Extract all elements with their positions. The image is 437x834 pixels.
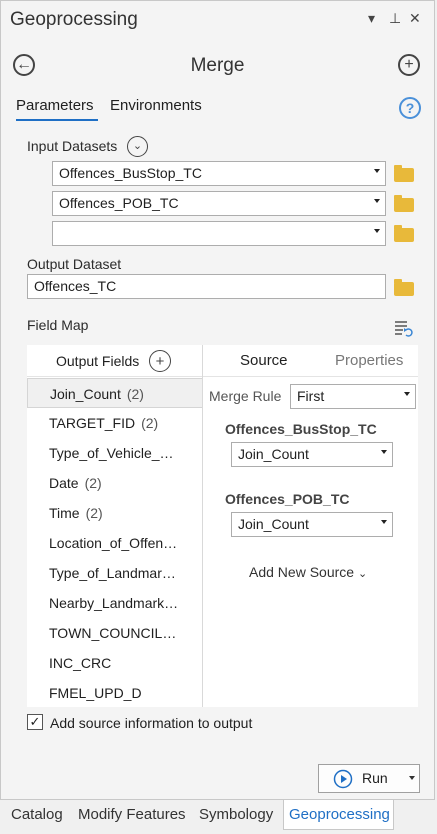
add-source-info-label: Add source information to output — [50, 715, 253, 731]
add-tool-button[interactable]: + — [398, 54, 420, 76]
field-name: INC_CRC — [49, 655, 112, 671]
field-map-reset-icon[interactable] — [393, 319, 413, 339]
field-count: (2) — [84, 475, 102, 491]
field-name: Date — [49, 475, 79, 491]
tool-title: Merge — [190, 55, 245, 76]
plus-icon: + — [155, 352, 165, 370]
add-new-source-button[interactable]: Add New Source ⌄ — [249, 564, 367, 580]
dropdown-arrow-icon — [374, 169, 380, 173]
field-map-divider — [202, 345, 203, 707]
field-name: Location_of_Offence... — [49, 535, 190, 551]
output-field-item[interactable]: FMEL_UPD_D — [27, 678, 203, 708]
input-dataset-2-select[interactable]: Offences_POB_TC — [52, 191, 386, 216]
output-field-item[interactable]: Time (2) — [27, 498, 203, 528]
field-name: Join_Count — [50, 386, 121, 402]
merge-rule-label: Merge Rule — [209, 388, 282, 404]
help-icon[interactable]: ? — [399, 97, 421, 119]
field-count: (2) — [126, 386, 144, 402]
dropdown-arrow-icon — [374, 229, 380, 233]
tab-parameters[interactable]: Parameters — [16, 97, 94, 114]
field-name: Type_of_Landmarks... — [49, 565, 188, 581]
field-count: (2) — [85, 505, 103, 521]
input-datasets-label: Input Datasets — [27, 138, 118, 154]
input-dataset-1-select[interactable]: Offences_BusStop_TC — [52, 161, 386, 186]
output-field-item[interactable]: Date (2) — [27, 468, 203, 498]
field-name: Nearby_Landmarks — [49, 595, 172, 611]
output-dataset-value: Offences_TC — [34, 278, 117, 294]
output-field-item[interactable]: Type_of_Vehicle_Devi... — [27, 438, 203, 468]
dropdown-arrow-icon — [381, 520, 387, 524]
run-button[interactable]: Run — [318, 764, 420, 793]
field-name: TARGET_FID — [49, 415, 136, 431]
output-fields-header: Output Fields — [56, 353, 140, 369]
dropdown-arrow-icon — [404, 392, 410, 396]
output-field-item[interactable]: INC_CRC — [27, 648, 203, 678]
pin-icon[interactable]: ⊥ — [389, 10, 401, 27]
merge-rule-select[interactable]: First — [290, 384, 416, 409]
tab-catalog[interactable]: Catalog — [11, 806, 63, 823]
field-name: FMEL_UPD_D — [49, 685, 142, 701]
output-field-item[interactable]: Nearby_Landmarks (2) — [27, 588, 203, 618]
output-field-item[interactable]: Join_Count (2) — [27, 378, 203, 408]
source-name: Offences_BusStop_TC — [225, 421, 377, 437]
pane-title: Geoprocessing — [10, 9, 138, 30]
tab-properties[interactable]: Properties — [335, 352, 403, 369]
output-field-item[interactable]: Type_of_Landmarks... — [27, 558, 203, 588]
tab-symbology[interactable]: Symbology — [199, 806, 273, 823]
field-map-label: Field Map — [27, 317, 89, 333]
tab-geoprocessing[interactable]: Geoprocessing — [289, 806, 390, 823]
source-field-select[interactable]: Join_Count — [231, 442, 393, 467]
output-dataset-input[interactable]: Offences_TC — [27, 274, 386, 299]
run-label: Run — [362, 770, 388, 786]
tab-modify-features[interactable]: Modify Features — [78, 806, 186, 823]
add-output-field-button[interactable]: + — [149, 350, 171, 372]
chevron-down-icon: ⌄ — [357, 568, 368, 580]
source-name: Offences_POB_TC — [225, 491, 350, 507]
field-count: (2) — [141, 415, 159, 431]
field-count: (2) — [177, 595, 195, 611]
add-new-source-label: Add New Source — [249, 564, 355, 580]
pane-menu-icon[interactable]: ▾ — [368, 10, 375, 27]
field-name: Time — [49, 505, 80, 521]
dropdown-arrow-icon — [381, 450, 387, 454]
merge-rule-value: First — [297, 388, 325, 404]
expand-input-datasets-button[interactable]: ⌄ — [127, 136, 148, 157]
tab-environments[interactable]: Environments — [110, 97, 202, 114]
output-field-item[interactable]: TARGET_FID (2) — [27, 408, 203, 438]
dropdown-arrow-icon[interactable] — [409, 776, 415, 780]
output-field-item[interactable]: TOWN_COUNCIL (2) — [27, 618, 203, 648]
input-dataset-2-value: Offences_POB_TC — [59, 195, 179, 211]
input-dataset-3-select[interactable] — [52, 221, 386, 246]
chevron-down-icon: ⌄ — [132, 140, 143, 152]
tab-source[interactable]: Source — [240, 352, 288, 369]
divider — [27, 376, 203, 377]
field-name: TOWN_COUNCIL — [49, 625, 163, 641]
folder-icon[interactable] — [394, 225, 414, 242]
folder-icon[interactable] — [394, 279, 414, 296]
close-icon[interactable]: ✕ — [409, 10, 421, 27]
dropdown-arrow-icon — [374, 199, 380, 203]
source-field-select[interactable]: Join_Count — [231, 512, 393, 537]
folder-icon[interactable] — [394, 165, 414, 182]
folder-icon[interactable] — [394, 195, 414, 212]
source-field-value: Join_Count — [238, 516, 309, 532]
plus-icon: + — [404, 56, 414, 73]
output-field-item[interactable]: Location_of_Offence... — [27, 528, 203, 558]
play-icon — [333, 769, 353, 789]
add-source-info-checkbox[interactable]: ✓ — [27, 714, 43, 730]
active-tab-indicator — [16, 119, 98, 121]
input-dataset-1-value: Offences_BusStop_TC — [59, 165, 202, 181]
source-field-value: Join_Count — [238, 446, 309, 462]
field-name: Type_of_Vehicle_Devi... — [49, 445, 200, 461]
output-dataset-label: Output Dataset — [27, 256, 122, 272]
divider — [203, 376, 418, 377]
